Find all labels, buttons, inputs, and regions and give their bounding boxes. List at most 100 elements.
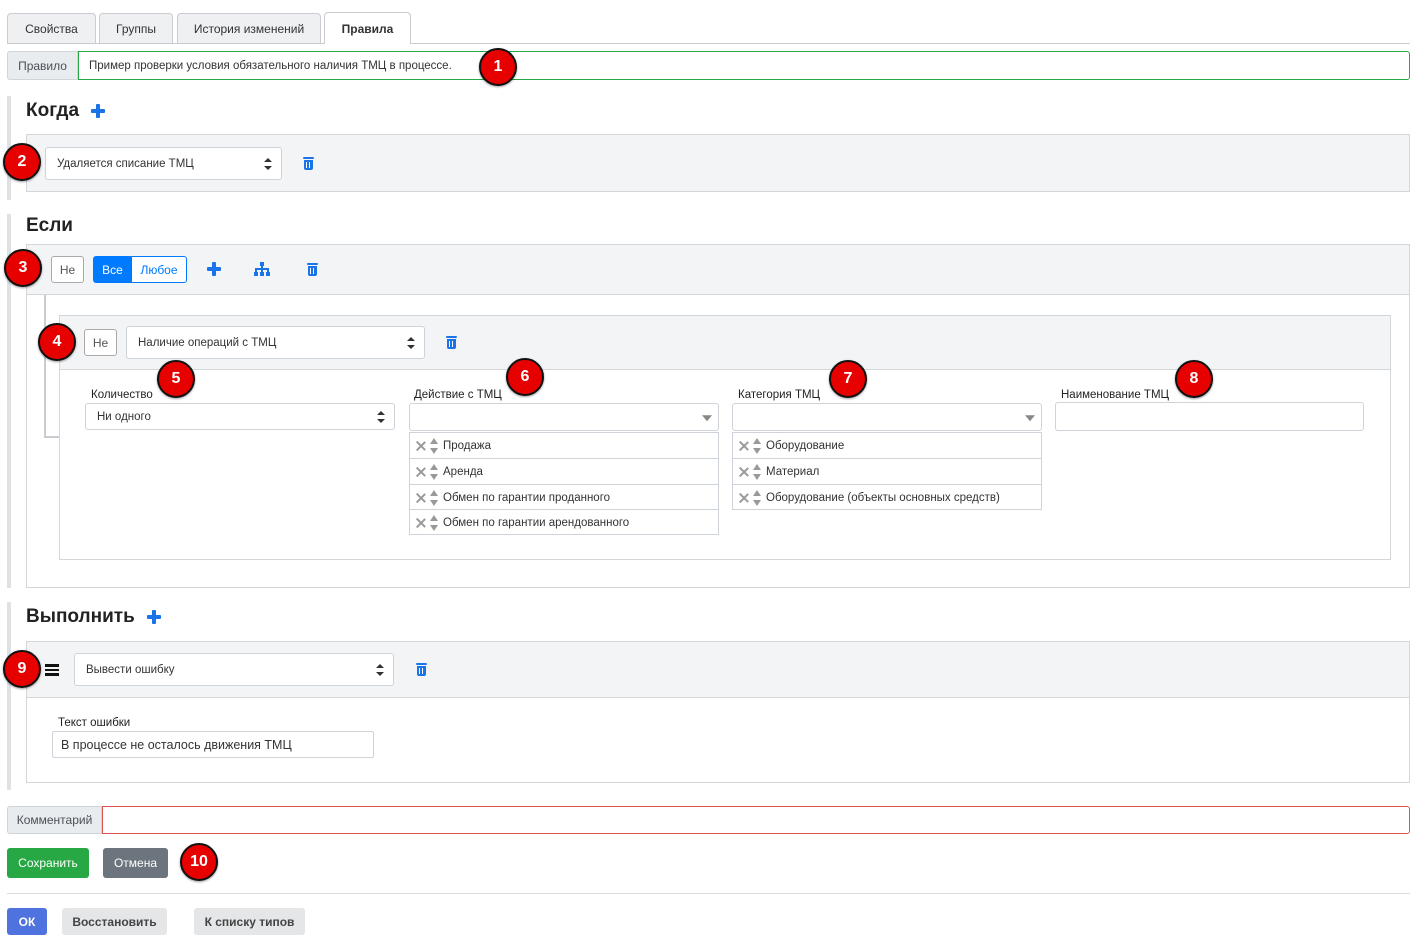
- sort-icon[interactable]: [430, 463, 438, 481]
- badge-1: 1: [479, 48, 517, 86]
- quantity-label: Количество: [91, 389, 153, 401]
- cancel-button[interactable]: Отмена: [103, 848, 168, 878]
- list-item-label: Обмен по гарантии проданного: [443, 491, 611, 504]
- close-icon[interactable]: [416, 441, 426, 451]
- add-action-icon[interactable]: [147, 610, 161, 624]
- sort-icon[interactable]: [753, 463, 761, 481]
- select-arrows-icon: [377, 410, 385, 423]
- quantity-select[interactable]: Ни одного: [85, 403, 395, 430]
- badge-7: 7: [829, 360, 867, 398]
- tab-groups[interactable]: Группы: [99, 13, 173, 44]
- category-selected-list: Оборудование Материал Оборудование (объе…: [732, 432, 1042, 510]
- add-condition-icon[interactable]: [207, 262, 221, 276]
- execute-title: Выполнить: [26, 606, 135, 627]
- select-arrows-icon: [376, 663, 384, 676]
- condition-not-toggle[interactable]: Не: [84, 329, 117, 356]
- if-title: Если: [26, 215, 73, 236]
- tab-label: История изменений: [193, 22, 305, 36]
- menu-icon[interactable]: [45, 664, 59, 676]
- sort-icon[interactable]: [430, 514, 438, 532]
- name-input[interactable]: [1055, 402, 1364, 431]
- chevron-down-icon: [1025, 415, 1035, 422]
- if-all-toggle[interactable]: Все: [93, 256, 132, 283]
- error-text-input[interactable]: В процессе не осталось движения ТМЦ: [52, 731, 374, 758]
- list-item-label: Аренда: [443, 465, 483, 478]
- ok-button[interactable]: ОК: [7, 908, 47, 935]
- sort-icon[interactable]: [753, 489, 761, 507]
- badge-10: 10: [180, 843, 218, 881]
- if-not-toggle[interactable]: Не: [51, 256, 84, 283]
- badge-6: 6: [506, 358, 544, 396]
- badge-5: 5: [157, 360, 195, 398]
- delete-when-icon[interactable]: [303, 157, 314, 170]
- rule-input[interactable]: Пример проверки условия обязательного на…: [78, 51, 1410, 80]
- comment-input[interactable]: [102, 806, 1410, 834]
- tab-properties[interactable]: Свойства: [7, 13, 96, 44]
- action-multiselect[interactable]: [409, 403, 719, 431]
- action-label: Действие с ТМЦ: [414, 389, 502, 401]
- tab-rules[interactable]: Правила: [324, 12, 411, 44]
- close-icon[interactable]: [416, 493, 426, 503]
- add-when-icon[interactable]: [91, 104, 105, 118]
- list-item: Обмен по гарантии арендованного: [410, 509, 718, 535]
- tab-label: Свойства: [25, 22, 78, 36]
- comment-label: Комментарий: [7, 806, 102, 834]
- footer-divider: [7, 893, 1410, 894]
- quantity-value: Ни одного: [97, 410, 151, 423]
- badge-2: 2: [3, 143, 41, 181]
- delete-condition-icon[interactable]: [446, 336, 457, 349]
- sort-icon[interactable]: [430, 437, 438, 455]
- list-item: Аренда: [410, 458, 718, 484]
- badge-3: 3: [4, 249, 42, 287]
- save-button[interactable]: Сохранить: [7, 848, 89, 878]
- list-item-label: Оборудование (объекты основных средств): [766, 491, 1000, 504]
- close-icon[interactable]: [739, 467, 749, 477]
- badge-8: 8: [1175, 360, 1213, 398]
- condition-type-value: Наличие операций с ТМЦ: [138, 336, 277, 349]
- chevron-down-icon: [702, 415, 712, 422]
- condition-type-select[interactable]: Наличие операций с ТМЦ: [126, 326, 425, 359]
- execute-section-bar: [7, 602, 11, 790]
- close-icon[interactable]: [739, 493, 749, 503]
- list-item: Оборудование: [733, 433, 1041, 459]
- to-types-list-button[interactable]: К списку типов: [194, 908, 305, 935]
- execute-action-select[interactable]: Вывести ошибку: [74, 653, 394, 686]
- badge-4: 4: [38, 323, 76, 361]
- sort-icon[interactable]: [430, 489, 438, 507]
- sort-icon[interactable]: [753, 437, 761, 455]
- when-title: Когда: [26, 100, 80, 121]
- when-event-select[interactable]: Удаляется списание ТМЦ: [45, 147, 282, 180]
- restore-button[interactable]: Восстановить: [62, 908, 167, 935]
- category-label: Категория ТМЦ: [738, 389, 821, 401]
- delete-action-icon[interactable]: [416, 663, 427, 676]
- rule-label: Правило: [7, 51, 78, 80]
- when-event-value: Удаляется списание ТМЦ: [57, 157, 194, 170]
- list-item-label: Обмен по гарантии арендованного: [443, 516, 630, 529]
- select-arrows-icon: [407, 336, 415, 349]
- tabs-divider: [7, 43, 1410, 44]
- sitemap-icon[interactable]: [254, 262, 270, 276]
- close-icon[interactable]: [739, 441, 749, 451]
- if-panel-header: [27, 245, 1409, 295]
- tree-connector-vertical: [44, 295, 46, 438]
- if-any-toggle[interactable]: Любое: [131, 256, 187, 283]
- list-item-label: Материал: [766, 465, 820, 478]
- tab-history[interactable]: История изменений: [177, 13, 321, 44]
- action-selected-list: Продажа Аренда Обмен по гарантии проданн…: [409, 432, 719, 535]
- select-arrows-icon: [264, 157, 272, 170]
- badge-9: 9: [3, 650, 41, 688]
- close-icon[interactable]: [416, 518, 426, 528]
- list-item: Продажа: [410, 433, 718, 459]
- list-item: Обмен по гарантии проданного: [410, 484, 718, 510]
- tab-label: Правила: [341, 21, 394, 36]
- tree-connector-horizontal: [44, 436, 60, 438]
- delete-if-group-icon[interactable]: [307, 263, 318, 276]
- error-text-label: Текст ошибки: [58, 717, 131, 729]
- execute-action-value: Вывести ошибку: [86, 663, 175, 676]
- category-multiselect[interactable]: [732, 403, 1042, 431]
- list-item-label: Продажа: [443, 440, 491, 452]
- close-icon[interactable]: [416, 467, 426, 477]
- list-item: Материал: [733, 458, 1041, 484]
- name-label: Наименование ТМЦ: [1061, 389, 1170, 401]
- list-item: Оборудование (объекты основных средств): [733, 484, 1041, 510]
